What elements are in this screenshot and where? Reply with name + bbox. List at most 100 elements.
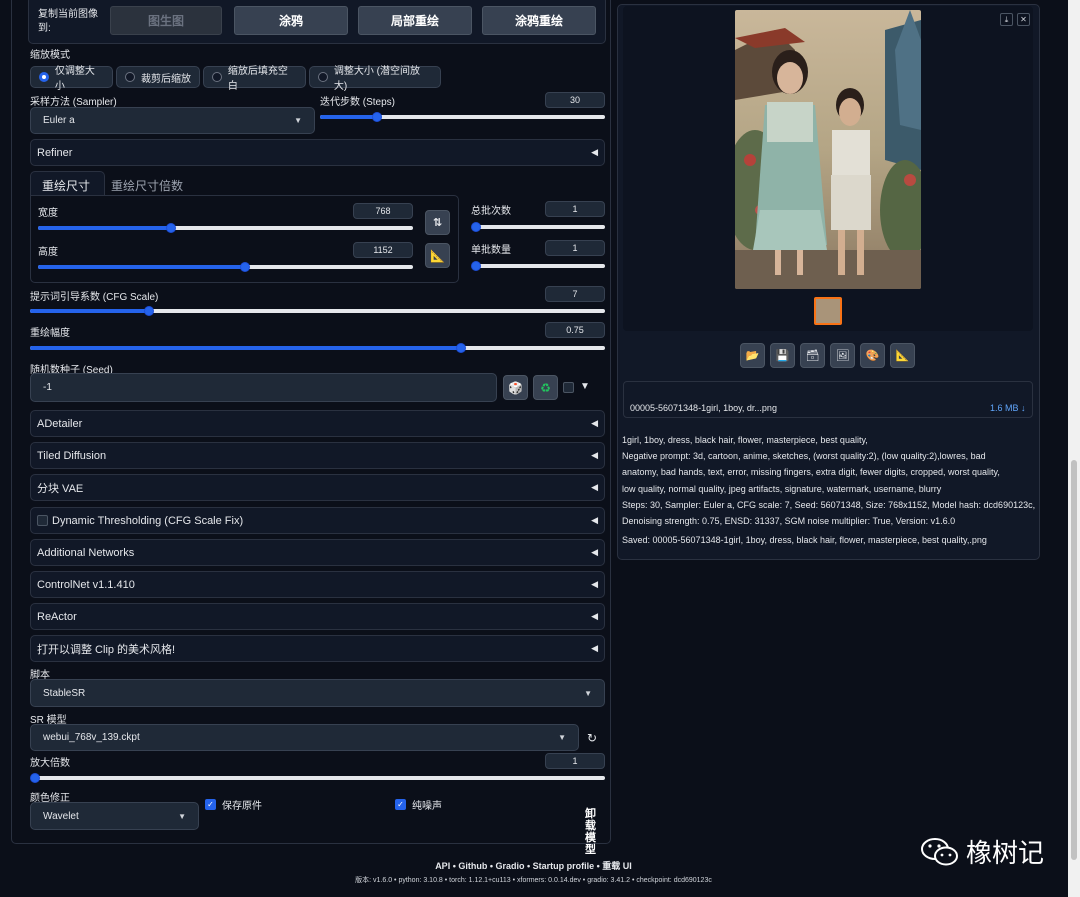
output-filesize[interactable]: 1.6 MB ↓ bbox=[990, 403, 1026, 413]
script-value: StableSR bbox=[43, 687, 86, 699]
accordion-additional-networks[interactable]: Additional Networks ◀ bbox=[30, 539, 605, 566]
height-label: 高度 bbox=[38, 247, 58, 258]
download-icon[interactable]: ⤓ bbox=[1000, 13, 1013, 26]
output-filename[interactable]: 00005-56071348-1girl, 1boy, dr...png bbox=[630, 403, 777, 413]
accordion-controlnet[interactable]: ControlNet v1.1.410 ◀ bbox=[30, 571, 605, 598]
resize-option-resize-and-fill[interactable]: 缩放后填充空白 bbox=[203, 66, 306, 92]
seed-input[interactable]: -1 bbox=[30, 373, 497, 402]
slider-thumb[interactable] bbox=[471, 222, 481, 232]
accordion-adetailer[interactable]: ADetailer ◀ bbox=[30, 410, 605, 437]
batch-count-input[interactable]: 1 bbox=[545, 201, 605, 217]
accordion-label: ReActor bbox=[37, 610, 77, 623]
recycle-icon: ♻ bbox=[540, 380, 551, 395]
refiner-label: Refiner bbox=[37, 146, 73, 159]
extra-seed-checkbox[interactable] bbox=[563, 382, 574, 393]
steps-slider[interactable] bbox=[320, 112, 605, 122]
color-fix-dropdown[interactable]: Wavelet ▼ bbox=[30, 802, 199, 830]
accordion-label: Additional Networks bbox=[37, 546, 135, 559]
accordion-label: Dynamic Thresholding (CFG Scale Fix) bbox=[52, 514, 244, 527]
unload-model-button[interactable]: 卸载模型 bbox=[585, 808, 599, 856]
pure-noise-checkbox-row[interactable]: ✓ 纯噪声 bbox=[395, 797, 442, 812]
gallery-thumbnail[interactable] bbox=[814, 297, 842, 325]
chevron-down-icon: ▼ bbox=[558, 733, 566, 742]
collapse-triangle-icon: ◀ bbox=[591, 547, 598, 557]
sampler-value: Euler a bbox=[43, 115, 75, 126]
denoise-slider[interactable] bbox=[30, 343, 605, 353]
denoise-input[interactable]: 0.75 bbox=[545, 322, 605, 338]
width-label: 宽度 bbox=[38, 208, 58, 219]
generated-image[interactable] bbox=[735, 10, 921, 289]
slider-fill bbox=[320, 115, 377, 119]
seed-value: -1 bbox=[43, 382, 52, 393]
send-to-inpaint-sketch-button[interactable]: 涂鸦重绘 bbox=[482, 6, 596, 35]
send-to-inpaint-icon-button[interactable]: 🎨 bbox=[860, 343, 885, 368]
resize-option-just-resize[interactable]: 仅调整大小 bbox=[30, 66, 113, 92]
sr-model-dropdown[interactable]: webui_768v_139.ckpt ▼ bbox=[30, 724, 579, 751]
slider-thumb[interactable] bbox=[30, 773, 40, 783]
accordion-clip-style[interactable]: 打开以调整 Clip 的美术风格! ◀ bbox=[30, 635, 605, 662]
pure-noise-checkbox[interactable]: ✓ bbox=[395, 799, 406, 810]
cfg-input[interactable]: 7 bbox=[545, 286, 605, 302]
save-original-checkbox[interactable]: ✓ bbox=[205, 799, 216, 810]
slider-thumb[interactable] bbox=[165, 223, 176, 233]
tab-resize-by[interactable]: 重绘尺寸倍数 bbox=[111, 177, 183, 194]
open-folder-button[interactable]: 📂 bbox=[740, 343, 765, 368]
height-slider[interactable] bbox=[38, 262, 413, 272]
send-to-img2img-button[interactable]: 图生图 bbox=[110, 6, 222, 35]
saved-path: Saved: 00005-56071348-1girl, 1boy, dress… bbox=[622, 535, 987, 545]
extra-seed-expand-icon[interactable]: ▼ bbox=[580, 381, 590, 392]
batch-count-slider[interactable] bbox=[471, 222, 605, 232]
info-line: low quality, normal quality, jpeg artifa… bbox=[622, 483, 942, 494]
send-to-inpaint-button[interactable]: 局部重绘 bbox=[358, 6, 472, 35]
save-original-label: 保存原件 bbox=[222, 801, 262, 812]
send-to-sketch-button[interactable]: 涂鸦 bbox=[234, 6, 348, 35]
resize-option-crop-and-resize[interactable]: 裁剪后缩放 bbox=[116, 66, 200, 88]
accordion-dynamic-thresholding[interactable]: Dynamic Thresholding (CFG Scale Fix) ◀ bbox=[30, 507, 605, 534]
accordion-tiled-vae[interactable]: 分块 VAE ◀ bbox=[30, 474, 605, 501]
batch-size-slider[interactable] bbox=[471, 261, 605, 271]
zip-button[interactable]: 🗃 bbox=[800, 343, 825, 368]
collapse-triangle-icon: ◀ bbox=[591, 579, 598, 589]
swap-dimensions-button[interactable]: ⇅ bbox=[425, 210, 450, 235]
reuse-seed-button[interactable]: ♻ bbox=[533, 375, 558, 400]
detect-size-button[interactable]: 📐 bbox=[425, 243, 450, 268]
dice-icon: 🎲 bbox=[508, 380, 523, 395]
save-icon: 💾 bbox=[775, 350, 790, 362]
save-button[interactable]: 💾 bbox=[770, 343, 795, 368]
footer-links[interactable]: API • Github • Gradio • Startup profile … bbox=[0, 859, 1067, 872]
scale-slider[interactable] bbox=[30, 773, 605, 783]
close-icon[interactable]: ✕ bbox=[1017, 13, 1030, 26]
sampler-dropdown[interactable]: Euler a ▼ bbox=[30, 107, 315, 134]
batch-size-input[interactable]: 1 bbox=[545, 240, 605, 256]
radio-icon bbox=[125, 72, 135, 82]
refresh-icon[interactable]: ↻ bbox=[587, 731, 597, 745]
scale-input[interactable]: 1 bbox=[545, 753, 605, 769]
script-dropdown[interactable]: StableSR ▼ bbox=[30, 679, 605, 707]
refiner-accordion[interactable]: Refiner ◀ bbox=[30, 139, 605, 166]
dynamic-thresholding-checkbox[interactable] bbox=[37, 515, 48, 526]
width-input[interactable]: 768 bbox=[353, 203, 413, 219]
slider-thumb[interactable] bbox=[144, 306, 155, 316]
accordion-reactor[interactable]: ReActor ◀ bbox=[30, 603, 605, 630]
slider-thumb[interactable] bbox=[372, 112, 382, 122]
slider-thumb[interactable] bbox=[471, 261, 481, 271]
cfg-slider[interactable] bbox=[30, 306, 605, 316]
chevron-down-icon: ▼ bbox=[584, 688, 592, 698]
collapse-triangle-icon: ◀ bbox=[591, 147, 598, 157]
random-seed-button[interactable]: 🎲 bbox=[503, 375, 528, 400]
footer-versions: 版本: v1.6.0 • python: 3.10.8 • torch: 1.1… bbox=[355, 877, 712, 884]
send-to-extras-button[interactable]: 📐 bbox=[890, 343, 915, 368]
save-original-checkbox-row[interactable]: ✓ 保存原件 bbox=[205, 797, 262, 812]
slider-thumb[interactable] bbox=[240, 262, 250, 272]
resize-option-latent-upscale[interactable]: 调整大小 (潜空间放大) bbox=[309, 66, 441, 92]
scrollbar-thumb[interactable] bbox=[1071, 460, 1077, 860]
send-to-img2img-icon-button[interactable]: 🖼 bbox=[830, 343, 855, 368]
accordion-tiled-diffusion[interactable]: Tiled Diffusion ◀ bbox=[30, 442, 605, 469]
height-input[interactable]: 1152 bbox=[353, 242, 413, 258]
tab-resize-to[interactable]: 重绘尺寸 bbox=[42, 177, 90, 194]
archive-icon: 🗃 bbox=[805, 350, 820, 362]
width-slider[interactable] bbox=[38, 223, 413, 233]
cfg-label: 提示词引导系数 (CFG Scale) bbox=[30, 292, 159, 303]
steps-input[interactable]: 30 bbox=[545, 92, 605, 108]
pure-noise-label: 纯噪声 bbox=[412, 801, 442, 812]
